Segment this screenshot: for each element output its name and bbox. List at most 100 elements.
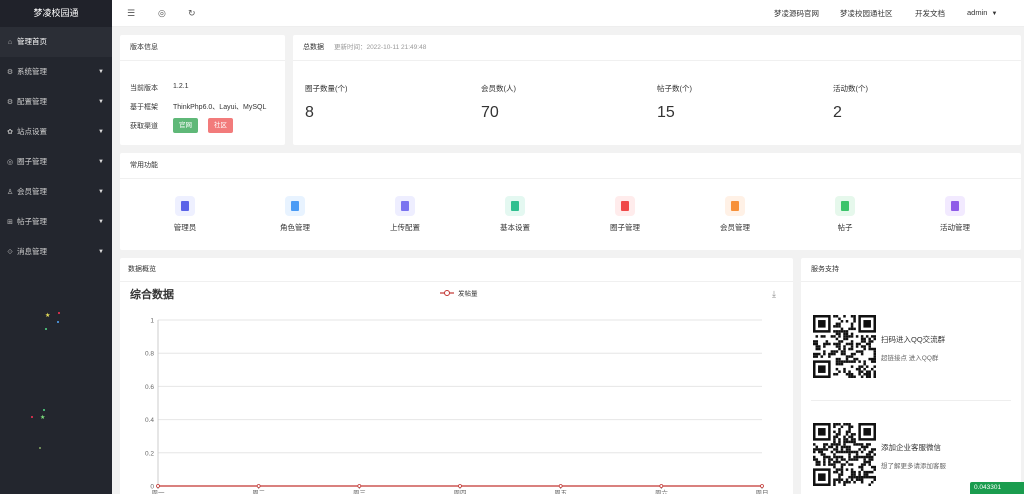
qr-module	[850, 475, 854, 479]
qr-module	[870, 367, 874, 371]
sidebar-item[interactable]: ✿ 站点设置 ▼	[0, 117, 112, 147]
qr-module	[825, 342, 829, 346]
qr-module	[860, 475, 864, 479]
sidebar-item[interactable]: ⚙ 系统管理 ▼	[0, 57, 112, 87]
qr-module	[863, 360, 866, 363]
qr-module	[848, 435, 851, 439]
stat-label: 活动数(个)	[833, 84, 868, 93]
qr-module	[855, 443, 859, 446]
qr-module	[830, 350, 834, 353]
qr-module	[863, 428, 871, 436]
qr-module	[838, 332, 841, 336]
qr-module	[873, 360, 876, 363]
globe-icon[interactable]: ◎	[158, 7, 166, 19]
qr-module	[833, 438, 836, 441]
shortcut-item[interactable]: 圈子管理	[595, 196, 655, 233]
qr-module	[860, 350, 864, 353]
sidebar-item[interactable]: ⌂ 管理首页	[0, 27, 112, 57]
chevron-down-icon: ▼	[98, 219, 104, 225]
qr-module	[863, 320, 871, 328]
qr-module	[858, 342, 861, 346]
qr-module	[858, 360, 861, 363]
sidebar-item-label: 会员管理	[17, 187, 47, 196]
shortcut-item[interactable]: 管理员	[155, 196, 215, 233]
qq-group-link[interactable]: 超链接点 进入QQ群	[881, 352, 938, 362]
qr-module	[845, 360, 849, 363]
qr-module	[853, 375, 856, 378]
qr-module	[840, 362, 844, 366]
header-link-docs[interactable]: 开发文档	[915, 8, 945, 19]
qr-module	[838, 340, 841, 343]
shortcut-item[interactable]: 会员管理	[705, 196, 765, 233]
qr-module	[823, 445, 826, 449]
qr-module	[823, 463, 826, 466]
community-button[interactable]: 社区	[208, 118, 233, 133]
shortcut-item[interactable]: 基本设置	[485, 196, 545, 233]
qr-module	[843, 367, 846, 371]
qr-module	[870, 340, 874, 343]
shortcut-item[interactable]: 上传配置	[375, 196, 435, 233]
qr-module	[843, 352, 846, 356]
qr-module	[838, 480, 841, 484]
sidebar-item[interactable]: ⟐ 消息管理 ▼	[0, 237, 112, 267]
official-site-button[interactable]: 官网	[173, 118, 198, 133]
qr-module	[868, 450, 871, 454]
qr-module	[870, 347, 874, 351]
qr-module	[833, 430, 836, 434]
user-menu[interactable]: admin ▼	[967, 8, 997, 17]
data-point	[256, 484, 261, 488]
qr-module	[845, 332, 849, 336]
menu-toggle-icon[interactable]: ☰	[127, 7, 135, 19]
qr-module	[863, 470, 866, 474]
qr-module	[830, 443, 834, 446]
refresh-icon[interactable]: ↻	[188, 7, 196, 19]
qr-module	[850, 347, 854, 351]
qr-module	[835, 448, 839, 451]
qr-module	[855, 367, 859, 371]
wechat-service-qr-code[interactable]	[813, 423, 876, 486]
post-icon	[835, 196, 855, 216]
sidebar-item[interactable]: ◎ 圈子管理 ▼	[0, 147, 112, 177]
header-link-official-site[interactable]: 梦凌源码官网	[774, 8, 819, 19]
qr-module	[838, 475, 841, 479]
qr-module	[835, 443, 839, 446]
qr-module	[818, 473, 826, 481]
message-icon: ⟐	[7, 249, 13, 256]
qr-module	[850, 425, 854, 429]
qr-module	[828, 458, 831, 461]
sidebar-item-label: 圈子管理	[17, 157, 47, 166]
qr-module	[813, 450, 816, 454]
sidebar-item-label: 消息管理	[17, 247, 47, 256]
qr-module	[873, 335, 876, 338]
sidebar-item[interactable]: ⊞ 帖子管理 ▼	[0, 207, 112, 237]
sidebar-item[interactable]: ♙ 会员管理 ▼	[0, 177, 112, 207]
shortcut-label: 基本设置	[500, 223, 530, 232]
qq-group-qr-code[interactable]	[813, 315, 876, 378]
qr-module	[853, 315, 856, 318]
app-logo[interactable]: 梦凌校园通	[0, 0, 112, 27]
qr-module	[833, 478, 836, 481]
icon-glyph	[841, 201, 849, 211]
shortcut-item[interactable]: 活动管理	[925, 196, 985, 233]
header-link-community[interactable]: 梦凌校园通社区	[840, 8, 893, 19]
qr-module	[840, 455, 844, 459]
sidebar-item[interactable]: ⚙ 配置管理 ▼	[0, 87, 112, 117]
qr-module	[858, 372, 861, 376]
qr-module	[843, 423, 846, 426]
qr-module	[853, 443, 856, 446]
qr-module	[858, 473, 861, 476]
qr-module	[838, 455, 841, 459]
qr-module	[840, 465, 844, 469]
qr-module	[853, 352, 856, 356]
qr-module	[823, 350, 826, 353]
qr-module	[860, 375, 864, 378]
icon-glyph	[731, 201, 739, 211]
qr-module	[818, 428, 826, 436]
legend-label: 发帖量	[458, 289, 478, 298]
shortcut-item[interactable]: 角色管理	[265, 196, 325, 233]
qr-module	[835, 450, 839, 454]
qr-module	[823, 345, 826, 348]
qr-module	[870, 357, 874, 361]
shortcut-item[interactable]: 帖子	[815, 196, 875, 233]
support-card-title: 服务支持	[801, 258, 1021, 282]
